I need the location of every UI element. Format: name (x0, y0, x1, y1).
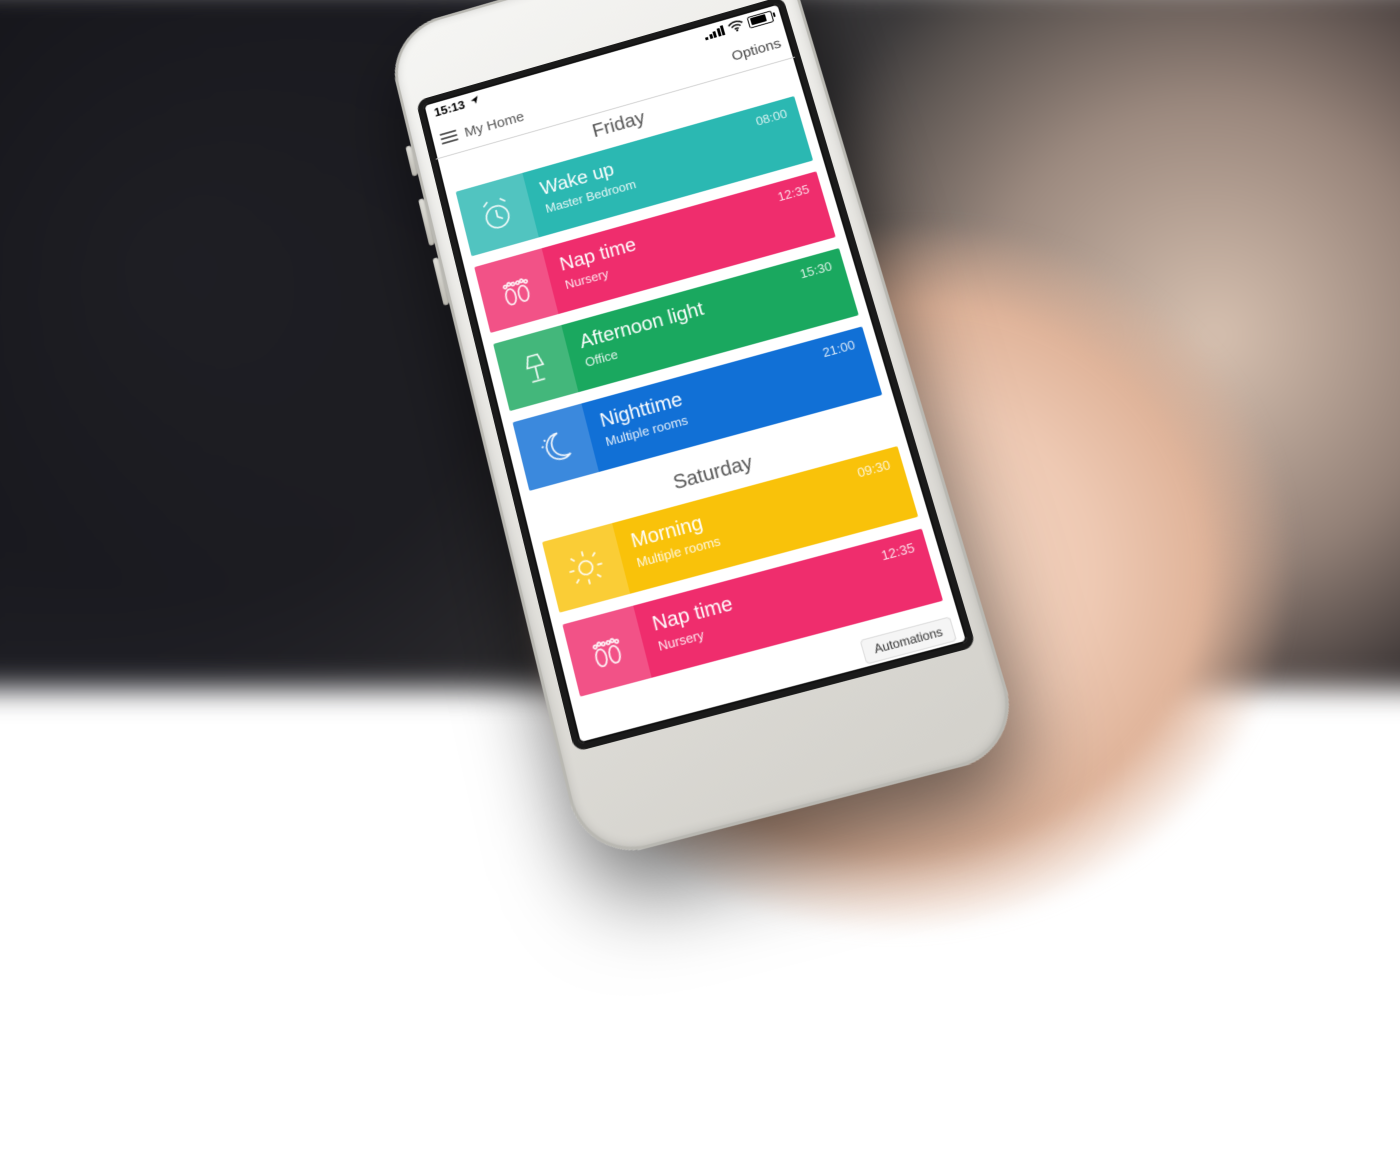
card-time: 21:00 (821, 337, 857, 360)
menu-icon[interactable] (439, 130, 458, 145)
volume-up-button (418, 198, 435, 246)
mute-switch (405, 145, 418, 176)
card-title: Nap time (650, 543, 922, 636)
phone-screen: 15:13 My Home Options (422, 3, 968, 745)
automations-list[interactable]: FridayWake upMaster Bedroom08:00Nap time… (436, 57, 969, 745)
volume-down-button (432, 257, 449, 306)
wifi-icon (727, 19, 745, 34)
card-subtitle: Nursery (656, 568, 926, 654)
card-time: 12:35 (879, 540, 916, 564)
battery-icon (746, 10, 774, 28)
feet-icon (562, 606, 651, 697)
